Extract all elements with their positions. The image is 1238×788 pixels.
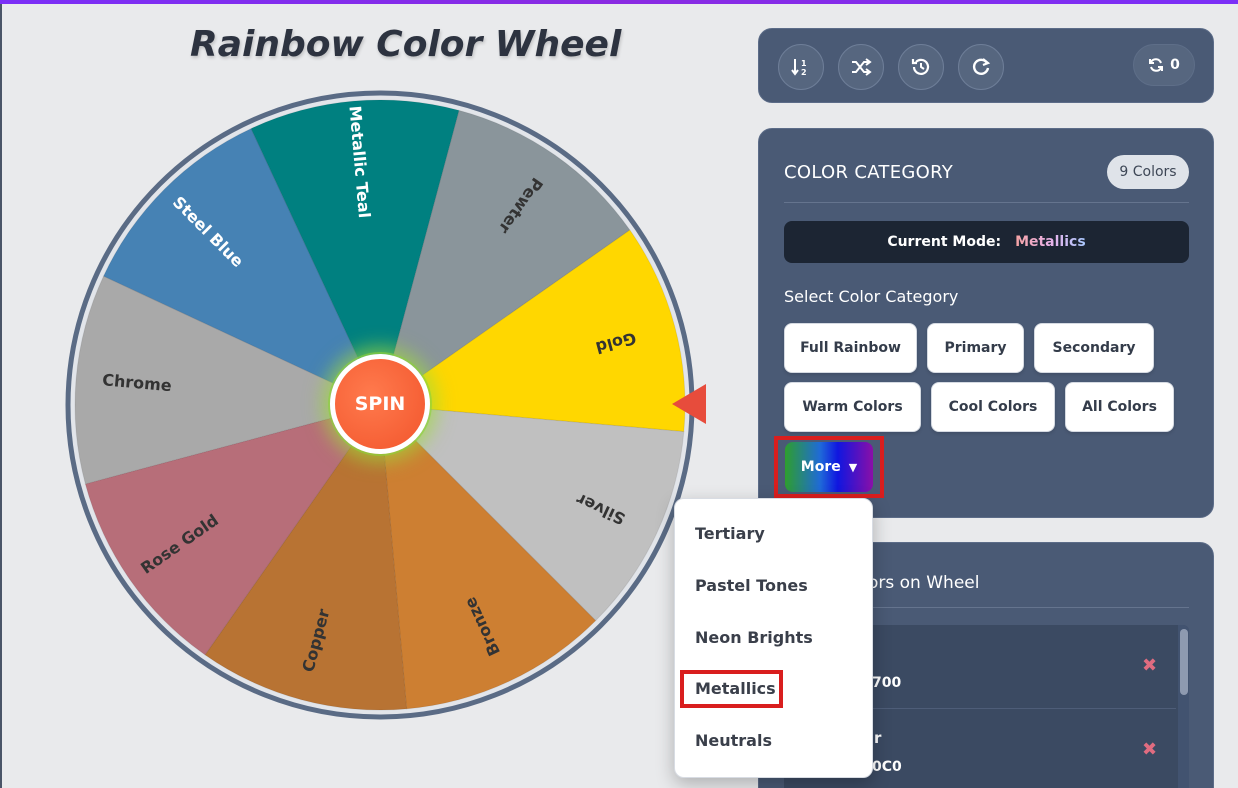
- more-button-highlight: [774, 436, 884, 498]
- color-name: r: [874, 729, 882, 747]
- top-accent-bar: [0, 0, 1238, 4]
- current-mode-value: Metallics: [1015, 234, 1086, 250]
- category-cool-colors-button[interactable]: Cool Colors: [931, 382, 1055, 432]
- spin-count: 0: [1170, 57, 1180, 73]
- remove-color-icon[interactable]: ✖: [1142, 655, 1157, 676]
- reset-icon: [972, 58, 991, 75]
- sort-icon: 1 2: [791, 59, 807, 77]
- category-secondary-button[interactable]: Secondary: [1034, 323, 1154, 373]
- metallics-highlight: [680, 670, 783, 708]
- svg-text:1: 1: [801, 59, 807, 68]
- spin-counter-button[interactable]: 0: [1133, 44, 1195, 86]
- spin-button[interactable]: SPIN: [330, 354, 430, 454]
- toolbar-panel: 1 2 0: [758, 28, 1214, 103]
- dropdown-item-pastel-tones[interactable]: Pastel Tones: [695, 576, 808, 595]
- color-count-badge: 9 Colors: [1107, 155, 1189, 189]
- category-all-colors-button[interactable]: All Colors: [1065, 382, 1174, 432]
- category-primary-button[interactable]: Primary: [927, 323, 1024, 373]
- dropdown-item-tertiary[interactable]: Tertiary: [695, 524, 765, 543]
- history-icon: [911, 58, 930, 75]
- wheel-pointer: [672, 384, 706, 424]
- sort-button[interactable]: 1 2: [778, 44, 824, 90]
- category-title: COLOR CATEGORY: [784, 162, 954, 183]
- dropdown-item-neon-brights[interactable]: Neon Brights: [695, 628, 813, 647]
- select-category-label: Select Color Category: [784, 287, 959, 306]
- refresh-icon: [1149, 58, 1164, 72]
- current-mode-label: Current Mode:: [887, 234, 1002, 250]
- shuffle-icon: [852, 58, 872, 76]
- current-mode-bar: Current Mode: Metallics: [784, 221, 1189, 263]
- color-hex: 700: [872, 675, 902, 691]
- category-warm-colors-button[interactable]: Warm Colors: [784, 382, 921, 432]
- shuffle-button[interactable]: [838, 44, 884, 90]
- page-title: Rainbow Color Wheel: [190, 24, 622, 65]
- dropdown-item-neutrals[interactable]: Neutrals: [695, 731, 772, 750]
- left-edge-line: [0, 4, 2, 788]
- color-hex: 0C0: [872, 759, 902, 775]
- category-divider: [784, 202, 1189, 203]
- colors-on-wheel-title: ors on Wheel: [868, 573, 980, 593]
- reset-button[interactable]: [958, 44, 1004, 90]
- more-categories-dropdown: Tertiary Pastel Tones Neon Brights Metal…: [674, 498, 873, 778]
- color-list-scrollbar-thumb[interactable]: [1180, 629, 1188, 695]
- svg-text:2: 2: [801, 68, 807, 77]
- category-full-rainbow-button[interactable]: Full Rainbow: [784, 323, 917, 373]
- history-button[interactable]: [898, 44, 944, 90]
- remove-color-icon[interactable]: ✖: [1142, 739, 1157, 760]
